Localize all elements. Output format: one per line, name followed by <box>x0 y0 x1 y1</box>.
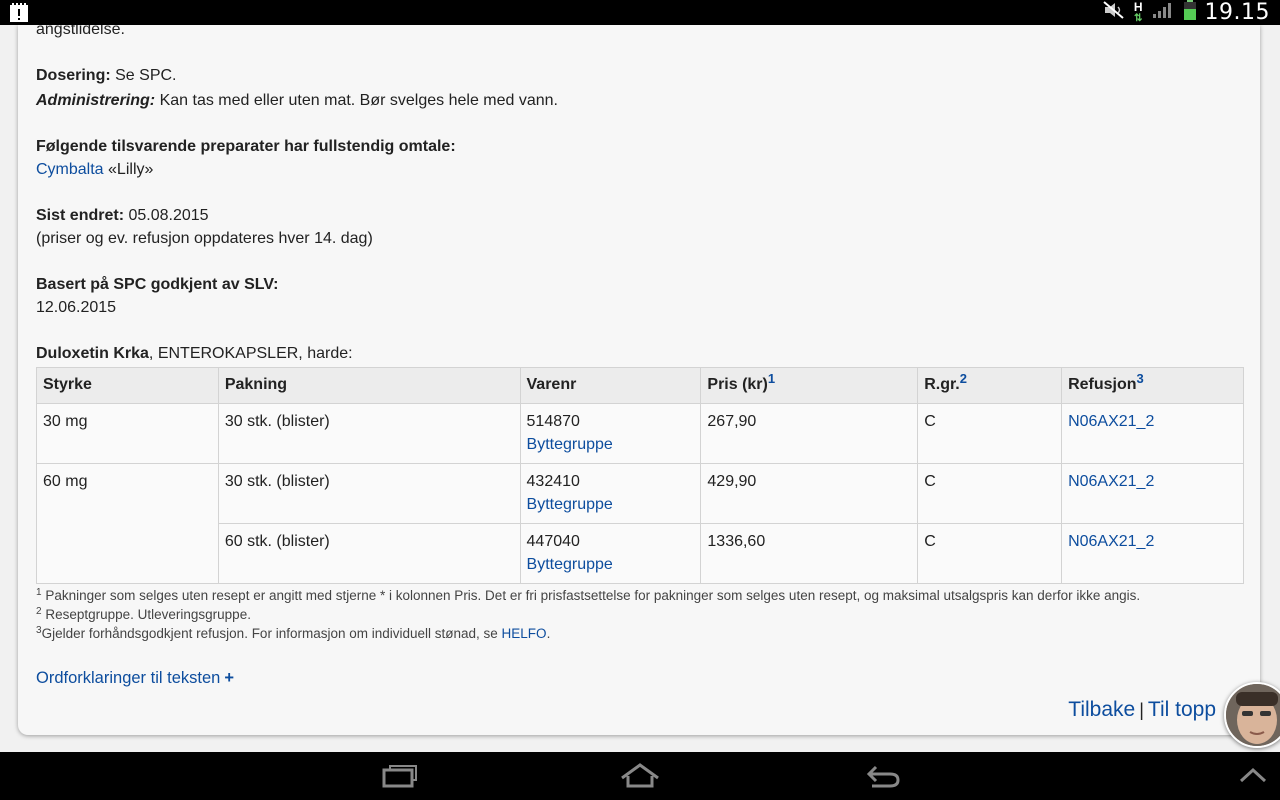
header-styrke: Styrke <box>36 367 219 404</box>
product-name: Duloxetin Krka <box>36 345 149 362</box>
cell-styrke: 30 mg <box>36 403 219 464</box>
footnote-3-text: Gjelder forhåndsgodkjent refusjon. For i… <box>41 626 502 641</box>
varenr-value: 447040 <box>526 533 580 550</box>
recent-apps-icon[interactable] <box>380 762 420 795</box>
cell-pakning: 30 stk. (blister) <box>217 403 521 464</box>
cell-rgr: C <box>917 523 1063 584</box>
byttegruppe-link[interactable]: Byttegruppe <box>527 493 695 516</box>
administrering-line: Administrering: Kan tas med eller uten m… <box>36 89 558 112</box>
footnote-1-ref[interactable]: 1 <box>768 371 775 386</box>
footnote-3: 3Gjelder forhåndsgodkjent refusjon. For … <box>36 624 550 643</box>
header-refusjon: Refusjon3 <box>1061 367 1244 404</box>
truncated-text: angstlidelse. <box>36 25 125 38</box>
spc-line: Basert på SPC godkjent av SLV: <box>36 273 278 296</box>
spc-label: Basert på SPC godkjent av SLV: <box>36 276 279 293</box>
footnote-1-num: 1 <box>36 587 42 598</box>
cell-varenr: 514870 Byttegruppe <box>519 403 702 464</box>
table-row: 30 mg 30 stk. (blister) 514870 Byttegrup… <box>36 403 1244 464</box>
cell-refusjon: N06AX21_2 <box>1061 403 1244 464</box>
footnote-3-end: . <box>546 626 551 641</box>
refusjon-link[interactable]: N06AX21_2 <box>1068 413 1154 430</box>
varenr-value: 432410 <box>526 473 580 490</box>
header-refusjon-text: Refusjon <box>1068 376 1137 393</box>
refusjon-link[interactable]: N06AX21_2 <box>1068 473 1154 490</box>
cell-pris: 1336,60 <box>700 523 919 584</box>
sist-endret-value: 05.08.2015 <box>128 207 209 224</box>
cell-styrke: 60 mg <box>36 463 219 584</box>
cymbalta-link[interactable]: Cymbalta <box>36 161 104 178</box>
footnote-1: 1 Pakninger som selges uten resept er an… <box>36 586 1140 605</box>
home-icon[interactable] <box>618 762 662 795</box>
sist-endret-line: Sist endret: 05.08.2015 <box>36 204 209 227</box>
footnote-2: 2 Reseptgruppe. Utleveringsgruppe. <box>36 605 251 624</box>
sist-endret-label: Sist endret: <box>36 207 125 224</box>
header-pris-text: Pris (kr) <box>707 376 768 393</box>
administrering-label: Administrering: <box>36 92 156 109</box>
footnote-2-text: Reseptgruppe. Utleveringsgruppe. <box>45 607 251 622</box>
clock: 19.15 <box>1204 0 1270 25</box>
table-header-row: Styrke Pakning Varenr Pris (kr)1 R.gr.2 … <box>36 367 1244 404</box>
network-type-label: H <box>1133 0 1143 14</box>
equivalents-heading: Følgende tilsvarende preparater har full… <box>36 135 456 158</box>
cell-pris: 429,90 <box>700 463 919 524</box>
cell-pris: 267,90 <box>700 403 919 464</box>
cell-refusjon: N06AX21_2 <box>1061 463 1244 524</box>
network-h-icon: H ⇅ <box>1133 0 1143 24</box>
equivalents-line: Cymbalta «Lilly» <box>36 158 153 181</box>
header-pakning: Pakning <box>217 367 521 404</box>
mute-icon <box>1102 0 1126 25</box>
price-update-note: (priser og ev. refusjon oppdateres hver … <box>36 230 373 247</box>
back-icon[interactable] <box>862 762 902 795</box>
header-rgr: R.gr.2 <box>917 367 1063 404</box>
package-table: Styrke Pakning Varenr Pris (kr)1 R.gr.2 … <box>36 367 1244 584</box>
battery-icon <box>1183 0 1197 26</box>
status-bar: H ⇅ 19.15 <box>0 0 1280 25</box>
footnote-1-text: Pakninger som selges uten resept er angi… <box>45 588 1141 603</box>
plus-icon: + <box>224 669 234 687</box>
cell-pakning: 60 stk. (blister) <box>217 523 521 584</box>
cell-rgr: C <box>917 463 1063 524</box>
cell-varenr: 432410 Byttegruppe <box>519 463 702 524</box>
refusjon-link[interactable]: N06AX21_2 <box>1068 533 1154 550</box>
cell-rgr: C <box>917 403 1063 464</box>
product-form: , ENTEROKAPSLER, harde: <box>148 345 353 362</box>
table-row: 60 mg 30 stk. (blister) 432410 Byttegrup… <box>36 463 1244 584</box>
bottom-nav-links: Tilbake | Til topp <box>1068 698 1216 722</box>
footnote-2-num: 2 <box>36 606 42 617</box>
ordforklaringer-label: Ordforklaringer til teksten <box>36 669 221 687</box>
header-varenr: Varenr <box>519 367 702 404</box>
cell-refusjon: N06AX21_2 <box>1061 523 1244 584</box>
to-top-link[interactable]: Til topp <box>1148 698 1216 721</box>
footnote-3-ref[interactable]: 3 <box>1137 371 1144 386</box>
equivalent-maker: «Lilly» <box>108 161 154 178</box>
varenr-value: 514870 <box>526 413 580 430</box>
signal-icon <box>1151 0 1175 25</box>
content-card: angstlidelse. Dosering: Se SPC. Administ… <box>18 25 1260 735</box>
byttegruppe-link[interactable]: Byttegruppe <box>527 433 695 456</box>
back-link[interactable]: Tilbake <box>1068 698 1135 721</box>
header-pris: Pris (kr)1 <box>700 367 919 404</box>
equivalents-heading-text: Følgende tilsvarende preparater har full… <box>36 138 456 155</box>
product-line: Duloxetin Krka, ENTEROKAPSLER, harde: <box>36 342 353 365</box>
dosering-label: Dosering: <box>36 67 111 84</box>
byttegruppe-link[interactable]: Byttegruppe <box>527 553 695 576</box>
header-rgr-text: R.gr. <box>924 376 960 393</box>
cell-varenr: 447040 Byttegruppe <box>519 523 702 584</box>
chevron-up-icon[interactable] <box>1238 766 1268 791</box>
avatar[interactable] <box>1224 682 1280 748</box>
spc-date: 12.06.2015 <box>36 299 117 316</box>
nav-separator: | <box>1139 700 1144 720</box>
ordforklaringer-toggle[interactable]: Ordforklaringer til teksten + <box>36 667 234 690</box>
navigation-bar <box>0 752 1280 800</box>
cell-pakning: 30 stk. (blister) <box>217 463 521 524</box>
table-row: 60 stk. (blister) 447040 Byttegruppe 133… <box>37 523 1244 584</box>
footnote-2-ref[interactable]: 2 <box>960 371 967 386</box>
dosering-line: Dosering: Se SPC. <box>36 64 176 87</box>
administrering-value: Kan tas med eller uten mat. Bør svelges … <box>159 92 558 109</box>
dosering-value: Se SPC. <box>115 67 177 84</box>
helfo-link[interactable]: HELFO <box>502 626 547 641</box>
